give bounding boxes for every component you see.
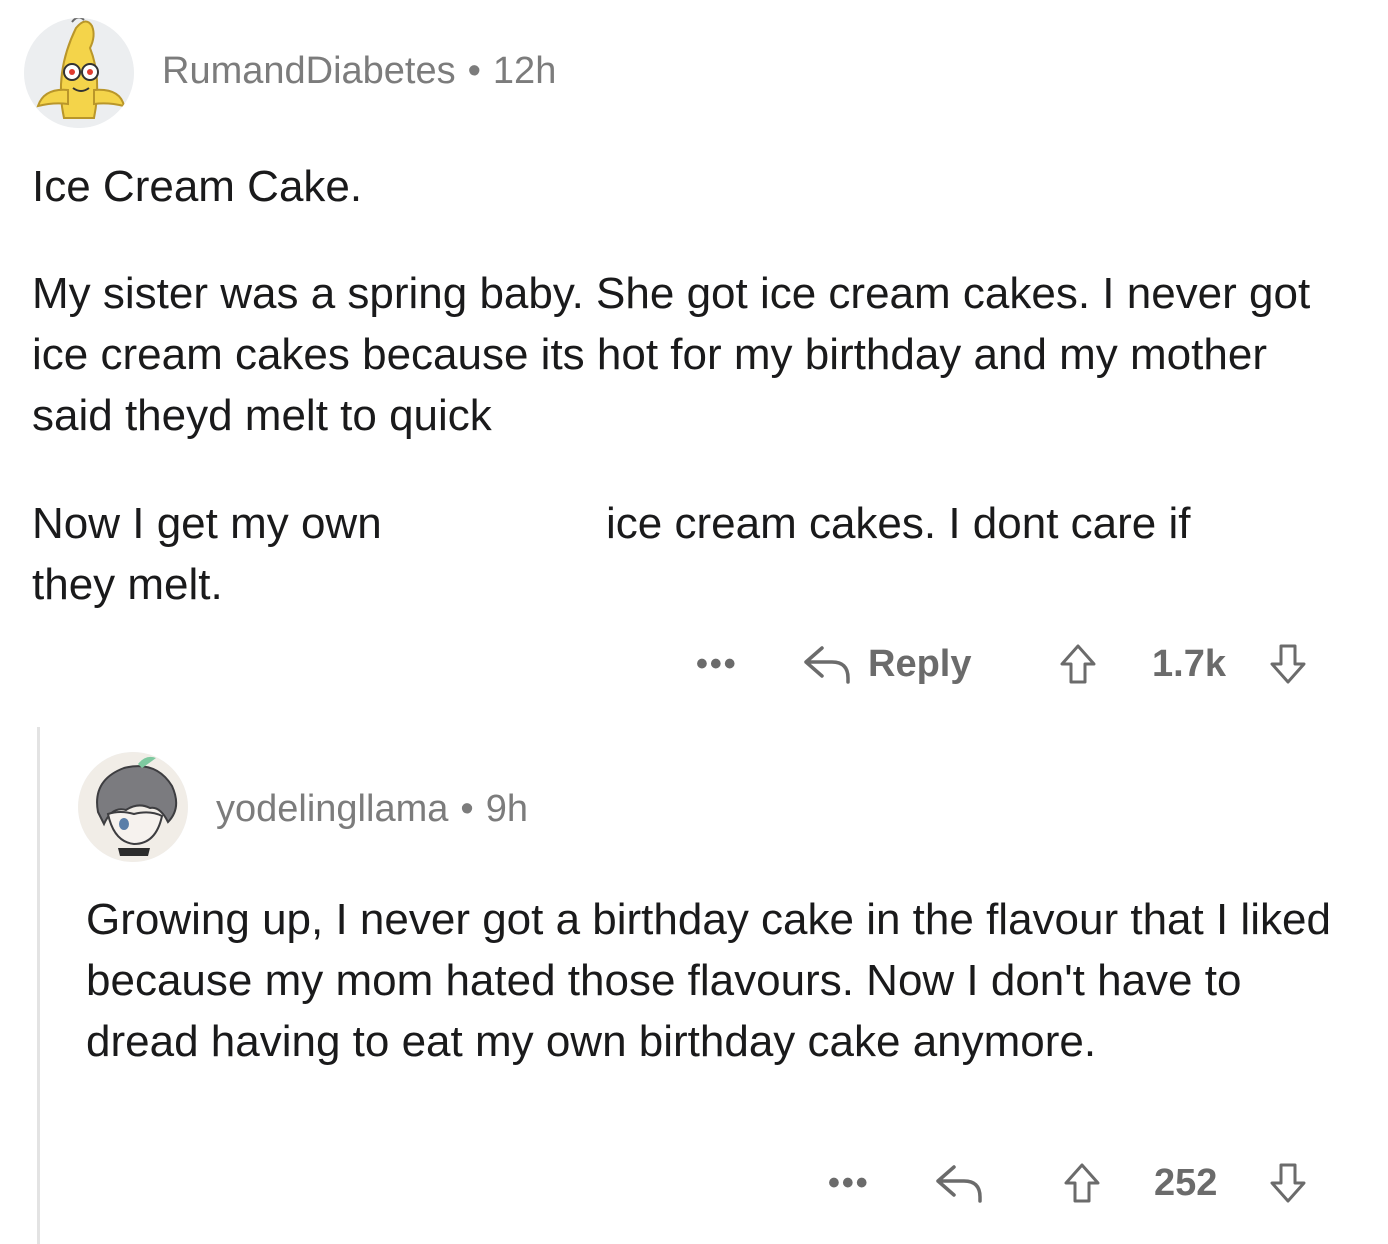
anime-avatar-icon: [78, 752, 188, 862]
reply-meta: yodelingllama • 9h: [216, 790, 528, 828]
reply-arrow-icon: [804, 646, 850, 684]
vote-score: 252: [1154, 1161, 1218, 1204]
downvote-icon: [1270, 1163, 1306, 1203]
reply-actions: ••• 252: [0, 1153, 1388, 1213]
reply-author-avatar[interactable]: [78, 752, 188, 862]
meta-separator: •: [460, 788, 474, 830]
reply-button[interactable]: [934, 1153, 986, 1213]
downvote-button[interactable]: [1268, 1153, 1308, 1213]
reply-body: Growing up, I never got a birthday cake …: [86, 889, 1356, 1072]
meta-separator: •: [467, 50, 481, 92]
reply-timestamp: 9h: [485, 788, 528, 830]
author-avatar[interactable]: [24, 18, 134, 128]
author-name[interactable]: RumandDiabetes: [162, 50, 456, 92]
downvote-button[interactable]: [1268, 634, 1308, 694]
comment-paragraph: Ice Cream Cake.: [32, 162, 363, 211]
more-options-icon[interactable]: •••: [696, 634, 738, 694]
downvote-icon: [1270, 644, 1306, 684]
upvote-button[interactable]: [1062, 1153, 1102, 1213]
timestamp: 12h: [492, 50, 557, 92]
upvote-button[interactable]: [1058, 634, 1098, 694]
reply-arrow-icon: [936, 1165, 982, 1203]
comment-paragraph-part: they melt.: [32, 560, 223, 609]
reply-button[interactable]: Reply: [802, 634, 971, 694]
comment-body-split: Now I get my own ice cream cakes. I dont…: [32, 493, 1352, 623]
comment-body: Ice Cream Cake. My sister was a spring b…: [32, 156, 1352, 446]
reply-author-name[interactable]: yodelingllama: [216, 788, 448, 830]
comment-paragraph-part: Now I get my own: [32, 499, 382, 548]
comment-meta: RumandDiabetes • 12h: [162, 52, 556, 90]
comment-paragraph-part: ice cream cakes. I dont care if: [606, 499, 1191, 548]
more-options-icon[interactable]: •••: [828, 1153, 870, 1213]
comment-paragraph: My sister was a spring baby. She got ice…: [32, 269, 1311, 440]
upvote-icon: [1060, 644, 1096, 684]
reply-paragraph: Growing up, I never got a birthday cake …: [86, 895, 1331, 1066]
upvote-icon: [1064, 1163, 1100, 1203]
vote-score: 1.7k: [1152, 642, 1226, 685]
banana-avatar-icon: [24, 18, 134, 128]
comment-actions: ••• Reply 1.7k: [0, 634, 1388, 694]
reply-label: Reply: [868, 642, 972, 685]
